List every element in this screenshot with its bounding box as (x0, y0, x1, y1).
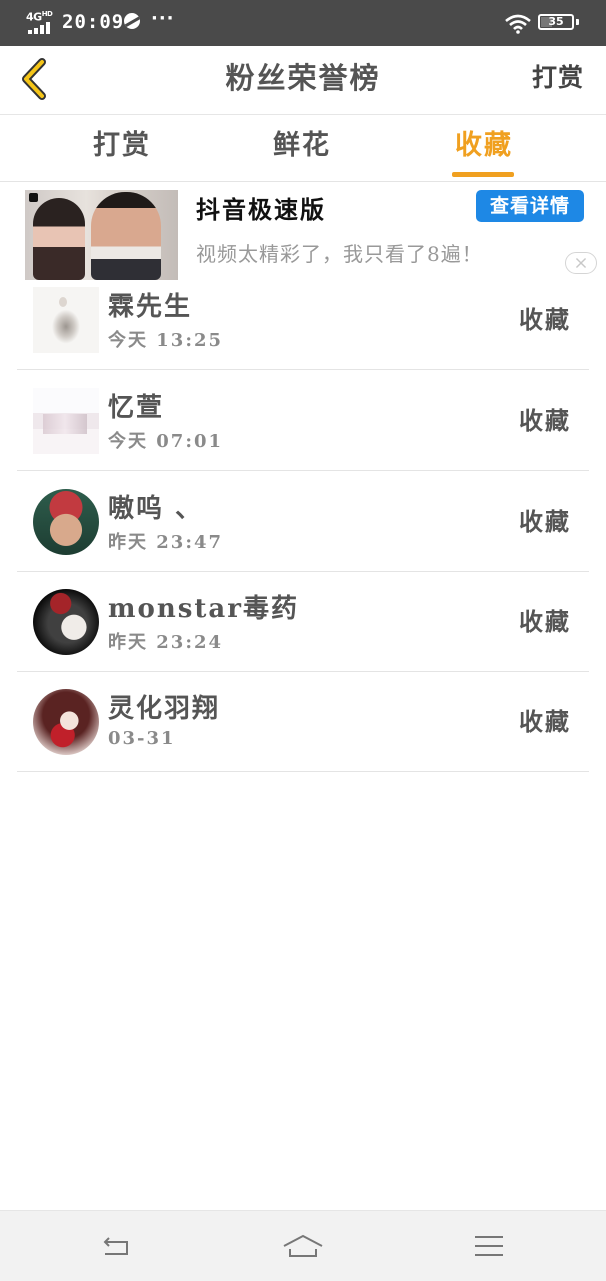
fan-name: 忆萱 (108, 393, 165, 423)
avatar[interactable] (33, 589, 99, 655)
ad-app-name: 抖音极速版 (196, 195, 326, 224)
tab-flowers[interactable]: 鲜花 (252, 115, 352, 181)
nav-home-button[interactable] (243, 1211, 363, 1281)
status-time: 20:09 (62, 11, 125, 33)
nav-back-button[interactable] (57, 1211, 177, 1281)
signal-icon (28, 22, 54, 34)
fan-action: 收藏 (519, 607, 571, 636)
status-bar: 4GHD 20:09 ··· 35 (0, 0, 606, 46)
wifi-icon (505, 14, 531, 34)
fan-action: 收藏 (519, 707, 571, 736)
app-notification-icon (124, 13, 140, 29)
fan-action: 收藏 (519, 305, 571, 334)
fan-action: 收藏 (519, 507, 571, 536)
ad-banner[interactable]: 抖音极速版 查看详情 视频太精彩了，我只看了8遍！ (0, 182, 606, 282)
more-notifications-icon: ··· (151, 8, 175, 29)
battery-tip (576, 19, 579, 25)
fan-name: 灵化羽翔 (108, 694, 221, 724)
fan-time: 昨天 23:47 (108, 532, 224, 553)
list-item[interactable]: 嗷呜 、 昨天 23:47 收藏 (17, 472, 589, 572)
menu-icon (475, 1236, 503, 1256)
nav-menu-button[interactable] (429, 1211, 549, 1281)
fan-name: 霖先生 (108, 292, 193, 322)
fan-time: 今天 07:01 (108, 431, 224, 452)
tiktok-logo-icon (29, 193, 38, 202)
list-item[interactable]: 忆萱 今天 07:01 收藏 (17, 371, 589, 471)
avatar[interactable] (33, 388, 99, 454)
fan-name: 嗷呜 、 (108, 494, 204, 524)
ad-details-button[interactable]: 查看详情 (476, 190, 584, 222)
avatar[interactable] (33, 689, 99, 755)
fan-time: 03-31 (108, 728, 176, 749)
fan-name: monstar毒药 (108, 594, 299, 624)
ad-thumbnail[interactable] (25, 190, 178, 280)
fan-time: 昨天 23:24 (108, 632, 224, 653)
system-nav-bar (0, 1210, 606, 1281)
tab-bar: 打赏 鲜花 收藏 (0, 115, 606, 182)
ad-description: 视频太精彩了，我只看了8遍！ (196, 242, 483, 266)
tab-reward[interactable]: 打赏 (72, 115, 172, 181)
avatar[interactable] (33, 287, 99, 353)
reward-link[interactable]: 打赏 (532, 46, 584, 114)
home-icon (283, 1234, 323, 1257)
back-icon (103, 1237, 128, 1255)
fan-time: 今天 13:25 (108, 330, 224, 351)
fan-action: 收藏 (519, 406, 571, 435)
active-tab-indicator (452, 172, 514, 177)
list-item[interactable]: 霖先生 今天 13:25 收藏 (17, 270, 589, 370)
app-header: 粉丝荣誉榜 打赏 (0, 46, 606, 115)
list-item[interactable]: 灵化羽翔 03-31 收藏 (17, 672, 589, 772)
avatar[interactable] (33, 489, 99, 555)
page-title: 粉丝荣誉榜 (225, 61, 381, 95)
list-item[interactable]: monstar毒药 昨天 23:24 收藏 (17, 572, 589, 672)
battery-percent: 35 (548, 15, 564, 28)
